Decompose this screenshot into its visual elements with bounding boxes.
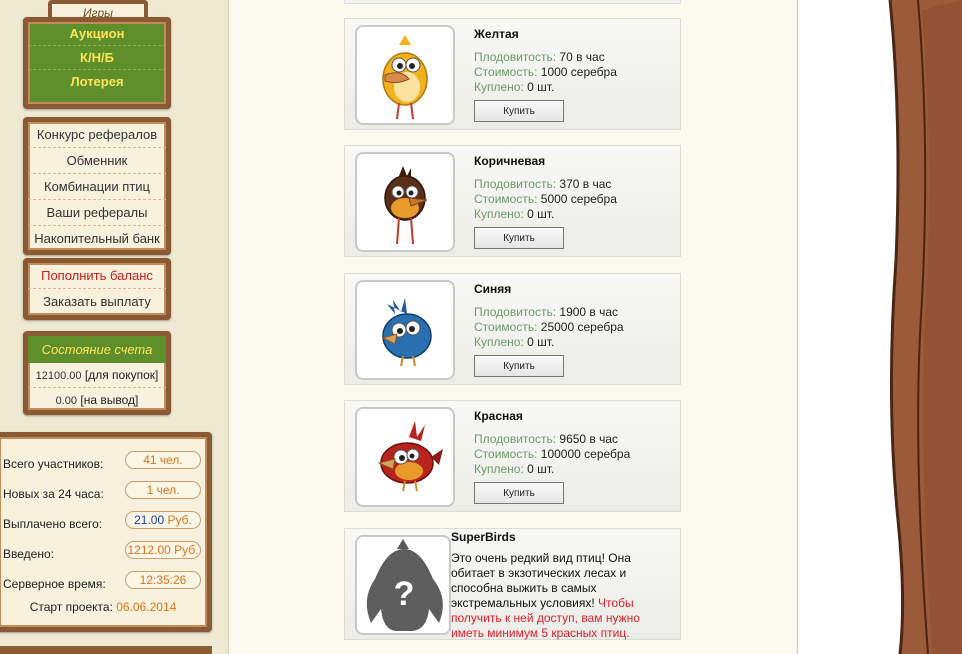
account-status-panel: Состояние счета 12100.00 [для покупок] 0…	[23, 331, 171, 415]
superbirds-card: ? SuperBirds Это очень редкий вид птиц! …	[344, 528, 681, 640]
bird-info: Плодовитость: 70 в час Стоимость: 1000 с…	[474, 50, 617, 95]
bought-label: Куплено:	[474, 335, 524, 349]
bird-image	[355, 152, 455, 252]
superbird-image: ?	[355, 535, 451, 635]
menu-item-referral-contest[interactable]: Конкурс рефералов	[28, 122, 166, 148]
cost-value: 100000 серебра	[540, 447, 631, 461]
stat-paid-total: Выплачено всего: 21.00 Руб.	[0, 505, 207, 535]
menu-item-auction[interactable]: Аукцион	[28, 22, 166, 46]
stat-value: 41 чел.	[125, 451, 201, 469]
stat-value: 21.00 Руб.	[125, 511, 201, 529]
stat-label: Введено:	[3, 547, 54, 561]
bird-name: Синяя	[474, 282, 512, 296]
stat-value: 1212.00 Руб.	[125, 541, 201, 559]
cost-value: 25000 серебра	[540, 320, 624, 334]
menu-item-bird-combinations[interactable]: Комбинации птиц	[28, 174, 166, 200]
purchase-balance: 12100.00 [для покупок]	[28, 363, 166, 388]
withdraw-balance: 0.00 [на вывод]	[28, 388, 166, 413]
superbirds-title: SuperBirds	[451, 530, 516, 544]
fertility-label: Плодовитость:	[474, 50, 557, 64]
bird-image	[355, 407, 455, 507]
menu-item-lottery[interactable]: Лотерея	[28, 70, 166, 94]
fertility-label: Плодовитость:	[474, 432, 557, 446]
bought-value: 0 шт.	[527, 207, 555, 221]
stat-value: 12:35:26	[125, 571, 201, 589]
cost-label: Стоимость:	[474, 320, 538, 334]
fertility-label: Плодовитость:	[474, 177, 557, 191]
menu-item-savings-bank[interactable]: Накопительный банк	[28, 226, 166, 252]
superbirds-description: Это очень редкий вид птиц! Она обитает в…	[451, 551, 647, 641]
bought-value: 0 шт.	[527, 335, 555, 349]
cost-label: Стоимость:	[474, 192, 538, 206]
bird-image	[355, 280, 455, 380]
stat-deposited: Введено: 1212.00 Руб.	[0, 535, 207, 565]
buy-yellow-button[interactable]: Купить	[474, 100, 564, 122]
buy-red-button[interactable]: Купить	[474, 482, 564, 504]
bird-name: Коричневая	[474, 154, 546, 168]
order-payout-link[interactable]: Заказать выплату	[28, 289, 166, 315]
stat-label: Всего участников:	[3, 457, 104, 471]
paid-unit: Руб.	[167, 513, 192, 527]
cost-label: Стоимость:	[474, 447, 538, 461]
project-start-label: Старт проекта:	[29, 600, 113, 614]
stat-value: 1 чел.	[125, 481, 201, 499]
bought-value: 0 шт.	[527, 462, 555, 476]
stat-new-users: Новых за 24 часа: 1 чел.	[0, 475, 207, 505]
project-start: Старт проекта: 06.06.2014	[0, 600, 207, 614]
payment-menu: Пополнить баланс Заказать выплату	[23, 258, 171, 320]
project-start-date: 06.06.2014	[116, 600, 177, 614]
cost-value: 1000 серебра	[540, 65, 617, 79]
tree-trunk-icon	[888, 0, 962, 654]
fertility-value: 9650 в час	[559, 432, 619, 446]
menu-item-your-referrals[interactable]: Ваши рефералы	[28, 200, 166, 226]
cost-value: 5000 серебра	[540, 192, 617, 206]
cost-label: Стоимость:	[474, 65, 538, 79]
buy-brown-button[interactable]: Купить	[474, 227, 564, 249]
fertility-value: 70 в час	[559, 50, 605, 64]
bird-card-yellow: Желтая Плодовитость: 70 в час Стоимость:…	[344, 18, 681, 130]
bird-name: Красная	[474, 409, 523, 423]
withdraw-balance-label: [на вывод]	[80, 393, 139, 407]
fertility-label: Плодовитость:	[474, 305, 557, 319]
buy-blue-button[interactable]: Купить	[474, 355, 564, 377]
bought-label: Куплено:	[474, 80, 524, 94]
bird-image	[355, 25, 455, 125]
bird-name: Желтая	[474, 27, 519, 41]
paid-amount: 21.00	[134, 513, 165, 527]
purchase-balance-value: 12100.00	[35, 370, 82, 382]
topup-balance-link[interactable]: Пополнить баланс	[28, 263, 166, 289]
account-status-title: Состояние счета	[28, 336, 166, 363]
stat-server-time: Серверное время: 12:35:26	[0, 565, 207, 595]
stat-total-users: Всего участников: 41 чел.	[0, 445, 207, 475]
svg-text:?: ?	[394, 575, 415, 613]
bottom-wood-frame	[0, 646, 212, 654]
stat-label: Серверное время:	[3, 577, 106, 591]
games-menu: Аукцион К/Н/Б Лотерея	[23, 17, 171, 109]
blue-bird-icon	[381, 298, 432, 367]
brown-bird-icon	[384, 166, 428, 245]
bird-info: Плодовитость: 9650 в час Стоимость: 1000…	[474, 432, 630, 477]
mystery-bird-icon: ?	[366, 539, 443, 631]
purchase-balance-label: [для покупок]	[84, 368, 159, 382]
bird-card-red: Красная Плодовитость: 9650 в час Стоимос…	[344, 400, 681, 512]
withdraw-balance-value: 0.00	[55, 395, 78, 407]
previous-card-edge	[344, 0, 681, 4]
stat-label: Выплачено всего:	[3, 517, 103, 531]
stats-panel: Всего участников: 41 чел. Новых за 24 ча…	[0, 432, 212, 632]
bird-card-brown: Коричневая Плодовитость: 370 в час Стоим…	[344, 145, 681, 257]
red-bird-icon	[377, 421, 443, 492]
fertility-value: 370 в час	[559, 177, 612, 191]
bird-info: Плодовитость: 1900 в час Стоимость: 2500…	[474, 305, 624, 350]
menu-item-rps[interactable]: К/Н/Б	[28, 46, 166, 70]
yellow-bird-icon	[382, 35, 428, 120]
fertility-value: 1900 в час	[559, 305, 619, 319]
main-menu: Конкурс рефералов Обменник Комбинации пт…	[23, 117, 171, 255]
bird-card-blue: Синяя Плодовитость: 1900 в час Стоимость…	[344, 273, 681, 385]
bird-info: Плодовитость: 370 в час Стоимость: 5000 …	[474, 177, 617, 222]
stat-label: Новых за 24 часа:	[3, 487, 104, 501]
bought-value: 0 шт.	[527, 80, 555, 94]
bought-label: Куплено:	[474, 207, 524, 221]
bought-label: Куплено:	[474, 462, 524, 476]
menu-item-exchanger[interactable]: Обменник	[28, 148, 166, 174]
